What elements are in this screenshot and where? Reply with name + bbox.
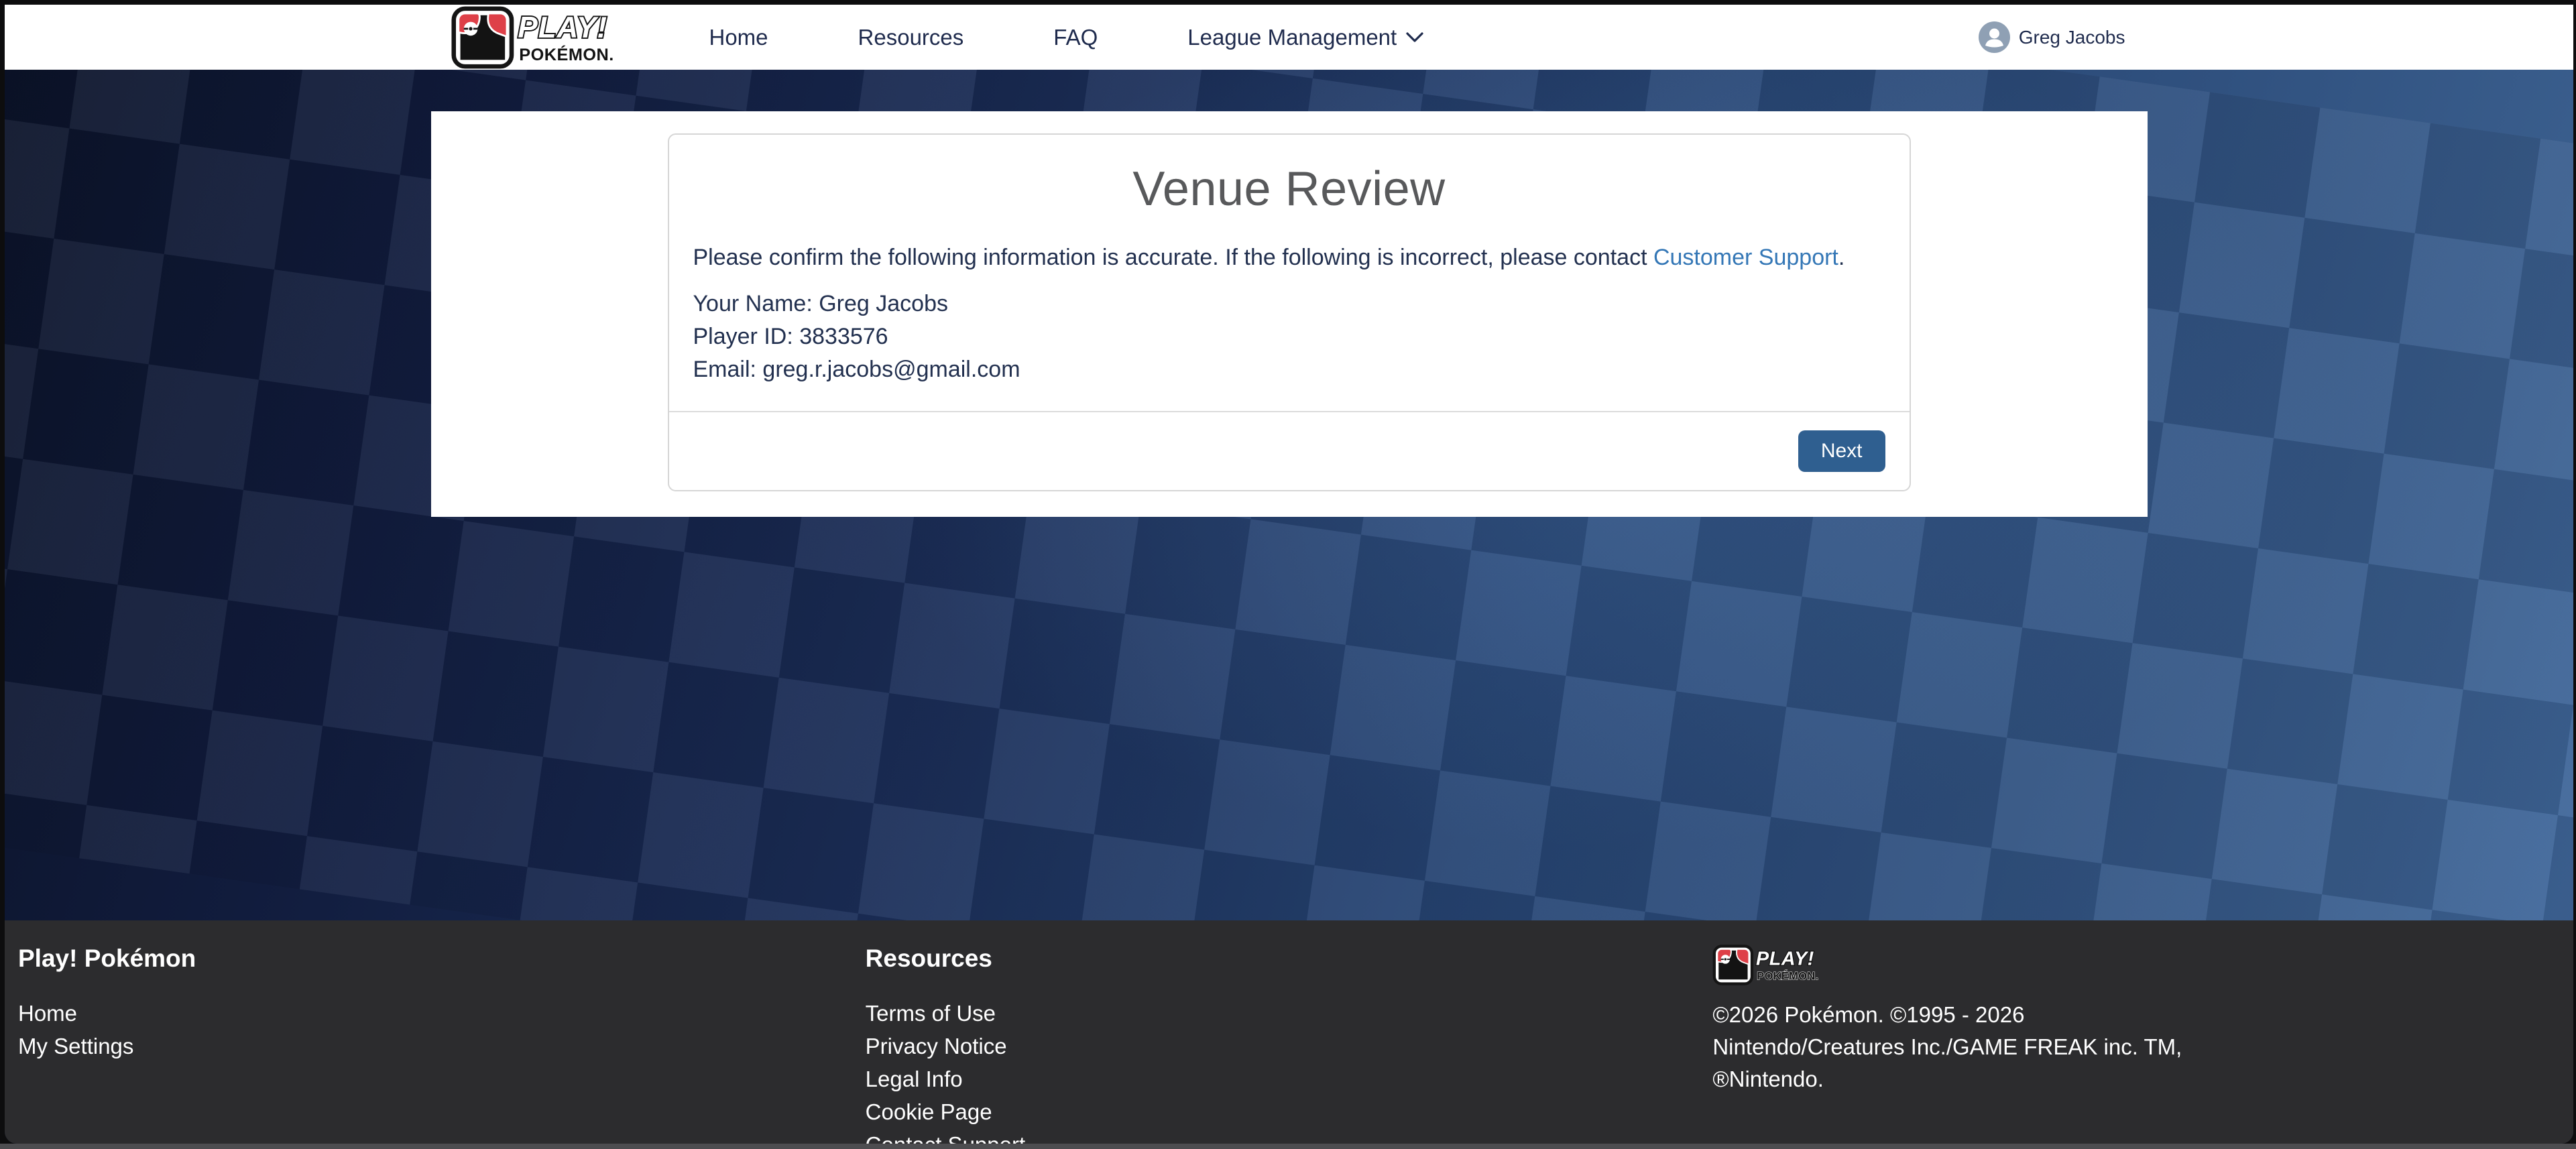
nav-item-home-label: Home (709, 25, 768, 50)
top-nav: PLAY! POKÉMON. Home Resources FAQ (5, 5, 2573, 70)
footer-link-privacy-notice[interactable]: Privacy Notice (866, 1030, 1007, 1063)
footer-column-brand: PLAY! POKÉMON. ©2026 Pokémon. ©1995 - 20… (1712, 945, 2560, 1144)
confirmation-text-after: . (1838, 245, 1845, 270)
play-pokemon-logo-graphic: PLAY! POKÉMON. (451, 6, 652, 69)
footer-column-resources: Resources Terms of Use Privacy Notice Le… (866, 945, 1713, 1144)
confirmation-text-before: Please confirm the following information… (693, 245, 1653, 270)
footer-logo-play-text: PLAY! (1756, 949, 1814, 970)
copyright-line-2: Nintendo/Creatures Inc./GAME FREAK inc. … (1712, 1031, 2560, 1063)
footer-link-terms-of-use[interactable]: Terms of Use (866, 997, 996, 1030)
footer-column-play-pokemon: Play! Pokémon Home My Settings (18, 945, 866, 1144)
top-nav-inner: PLAY! POKÉMON. Home Resources FAQ (431, 5, 2148, 70)
footer-link-legal-info[interactable]: Legal Info (866, 1063, 963, 1095)
page-footer: Play! Pokémon Home My Settings Resources… (5, 920, 2573, 1144)
copyright-line-3: ®Nintendo. (1712, 1063, 2560, 1095)
copyright-line-1: ©2026 Pokémon. ©1995 - 2026 (1712, 999, 2560, 1031)
user-name: Greg Jacobs (2019, 27, 2125, 48)
customer-support-link[interactable]: Customer Support (1653, 245, 1838, 270)
page-title: Venue Review (693, 162, 1885, 217)
venue-review-card: Venue Review Please confirm the followin… (668, 133, 1911, 491)
footer-link-home[interactable]: Home (18, 997, 77, 1030)
email-line: Email: greg.r.jacobs@gmail.com (693, 353, 1885, 386)
nav-item-home[interactable]: Home (709, 25, 768, 50)
logo-play-text: PLAY! (518, 11, 607, 44)
confirmation-text: Please confirm the following information… (693, 245, 1885, 271)
content-panel: Venue Review Please confirm the followin… (431, 111, 2148, 517)
user-menu[interactable]: Greg Jacobs (1979, 21, 2125, 53)
footer-heading-play-pokemon: Play! Pokémon (18, 945, 866, 973)
footer-link-contact-support[interactable]: Contact Support (866, 1128, 1025, 1144)
footer-play-pokemon-logo: PLAY! POKÉMON. (1712, 945, 1844, 985)
pokeball-pikachu-icon (453, 8, 511, 66)
card-footer: Next (669, 411, 1910, 490)
player-id-line: Player ID: 3833576 (693, 320, 1885, 353)
footer-heading-resources: Resources (866, 945, 1713, 973)
main-content: Venue Review Please confirm the followin… (5, 70, 2573, 920)
screen: PLAY! POKÉMON. Home Resources FAQ (0, 0, 2576, 1149)
logo-pokemon-text: POKÉMON. (519, 44, 614, 64)
footer-link-cookie-page[interactable]: Cookie Page (866, 1095, 992, 1128)
nav-item-faq-label: FAQ (1053, 25, 1098, 50)
nav-menu: Home Resources FAQ League Management (709, 25, 1424, 50)
browser-viewport: PLAY! POKÉMON. Home Resources FAQ (5, 5, 2573, 1144)
footer-link-my-settings[interactable]: My Settings (18, 1030, 133, 1063)
copyright-text: ©2026 Pokémon. ©1995 - 2026 Nintendo/Cre… (1712, 999, 2560, 1095)
nav-item-league-management-label: League Management (1187, 25, 1397, 50)
play-pokemon-logo[interactable]: PLAY! POKÉMON. (451, 6, 652, 69)
user-avatar-icon (1979, 21, 2010, 53)
nav-item-league-management[interactable]: League Management (1187, 25, 1423, 50)
nav-item-faq[interactable]: FAQ (1053, 25, 1098, 50)
footer-pokeball-pikachu-icon (1714, 946, 1752, 983)
nav-item-resources-label: Resources (858, 25, 964, 50)
venue-review-card-body: Venue Review Please confirm the followin… (669, 135, 1910, 411)
nav-item-resources[interactable]: Resources (858, 25, 964, 50)
footer-logo-pokemon-text: POKÉMON. (1757, 969, 1819, 982)
your-name-line: Your Name: Greg Jacobs (693, 288, 1885, 320)
window-bottom-edge (0, 1144, 2576, 1149)
chevron-down-icon (1406, 32, 1423, 43)
next-button[interactable]: Next (1798, 430, 1885, 472)
